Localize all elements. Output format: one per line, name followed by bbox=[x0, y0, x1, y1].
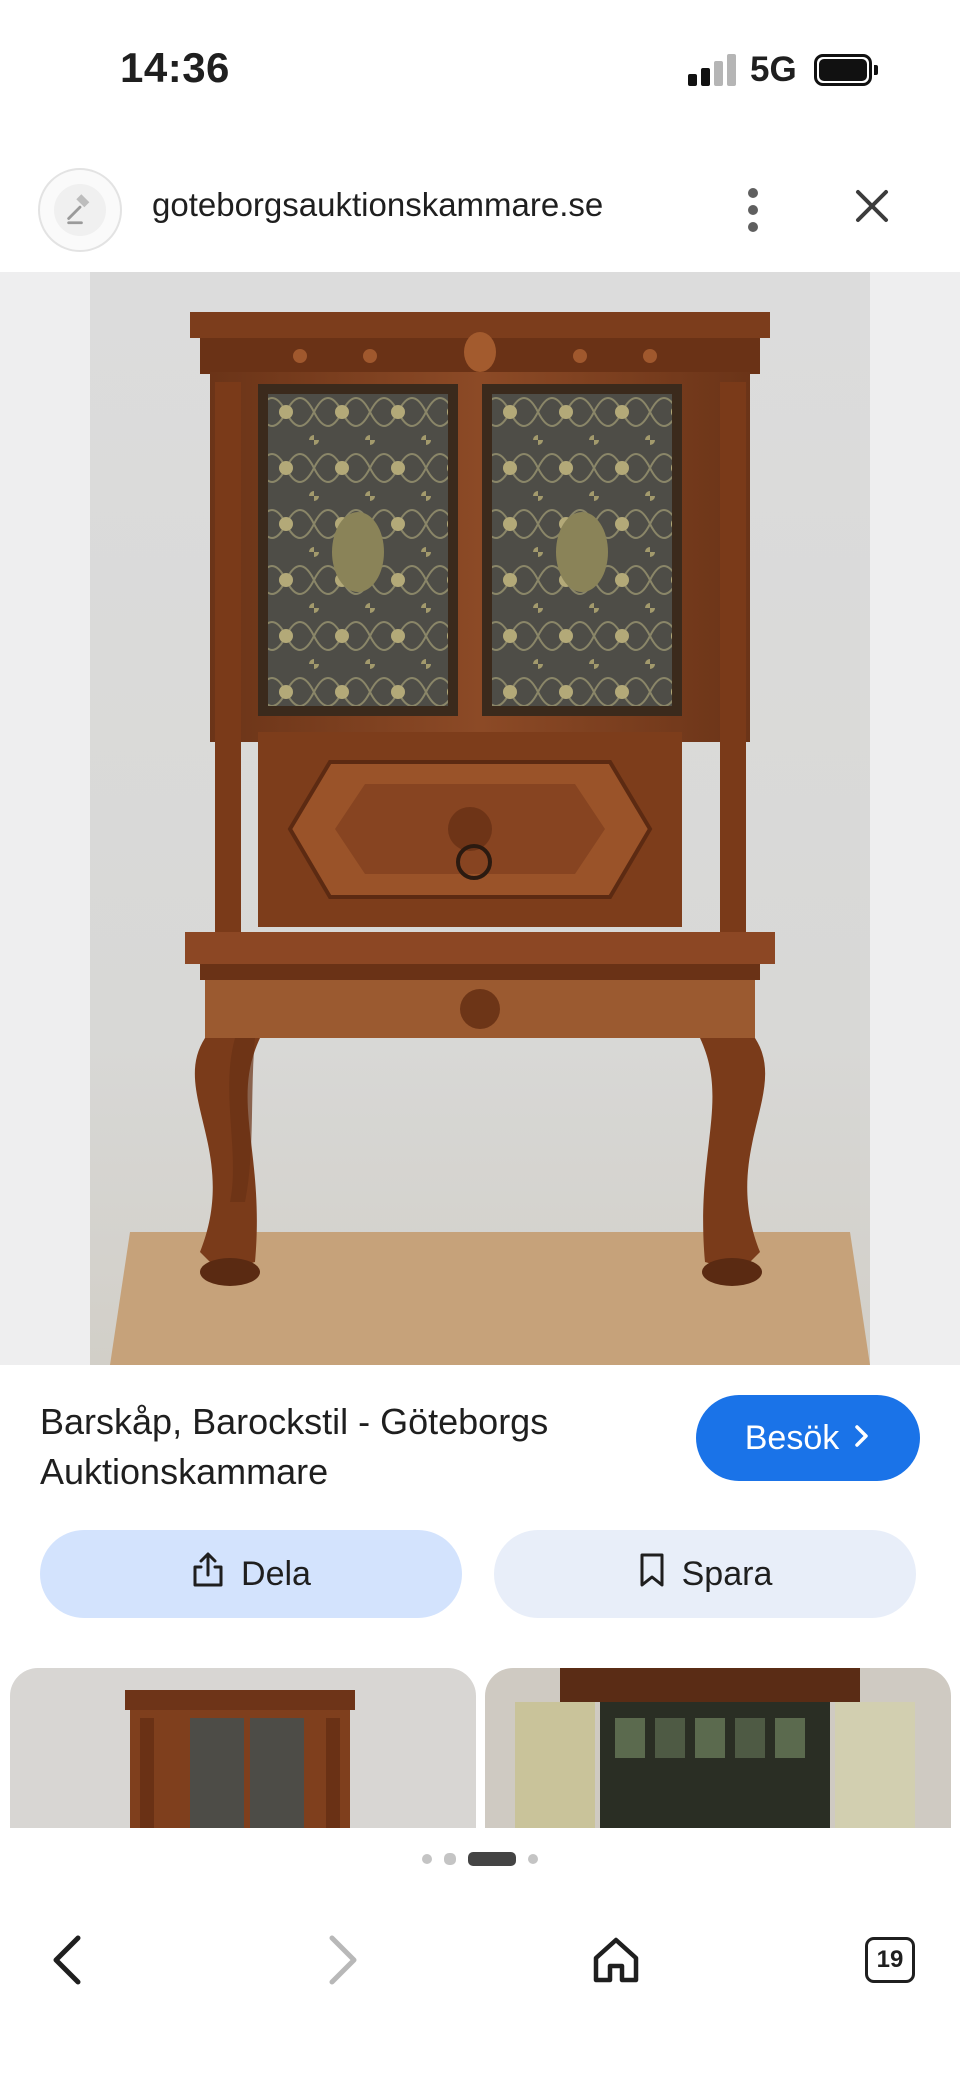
network-label: 5G bbox=[750, 50, 797, 89]
result-title[interactable]: Barskåp, Barockstil - Göteborgs Auktions… bbox=[40, 1397, 660, 1497]
status-time: 14:36 bbox=[120, 44, 230, 91]
cabinet-photo bbox=[90, 272, 870, 1365]
page-dot-active[interactable] bbox=[468, 1852, 516, 1866]
share-button[interactable]: Dela bbox=[40, 1530, 462, 1618]
chevron-left-icon[interactable] bbox=[28, 1920, 108, 2000]
page-dot[interactable] bbox=[528, 1854, 538, 1864]
bottom-navigation: 19 bbox=[0, 1900, 960, 2081]
save-button[interactable]: Spara bbox=[494, 1530, 916, 1618]
chevron-right-icon[interactable] bbox=[302, 1920, 382, 2000]
page-dot[interactable] bbox=[444, 1853, 456, 1865]
related-image-2[interactable] bbox=[485, 1668, 951, 1828]
image-viewer[interactable] bbox=[0, 272, 960, 1365]
visit-button[interactable]: Besök bbox=[696, 1395, 920, 1481]
more-vert-icon[interactable] bbox=[734, 180, 774, 240]
status-bar: 14:36 5G bbox=[0, 0, 960, 140]
tabs-count: 19 bbox=[865, 1937, 915, 1983]
action-buttons: Dela Spara bbox=[0, 1530, 960, 1620]
result-title-row: Barskåp, Barockstil - Göteborgs Auktions… bbox=[0, 1365, 960, 1505]
battery-icon bbox=[814, 54, 878, 86]
visit-label: Besök bbox=[744, 1418, 840, 1457]
pagination-dots bbox=[0, 1850, 960, 1870]
tabs-button[interactable]: 19 bbox=[850, 1920, 930, 2000]
url-bar: goteborgsauktionskammare.se bbox=[0, 150, 960, 270]
save-label: Spara bbox=[681, 1554, 773, 1593]
url-text[interactable]: goteborgsauktionskammare.se bbox=[152, 186, 603, 224]
share-label: Dela bbox=[241, 1554, 311, 1593]
gavel-icon bbox=[38, 168, 122, 252]
related-image-1[interactable] bbox=[10, 1668, 476, 1828]
signal-strength-icon bbox=[688, 54, 736, 86]
related-images bbox=[0, 1668, 960, 1828]
share-icon bbox=[191, 1551, 225, 1598]
home-icon[interactable] bbox=[576, 1920, 656, 2000]
chevron-right-icon bbox=[853, 1419, 871, 1458]
page-dot[interactable] bbox=[422, 1854, 432, 1864]
bookmark-icon bbox=[638, 1552, 666, 1597]
close-icon[interactable] bbox=[848, 182, 896, 230]
